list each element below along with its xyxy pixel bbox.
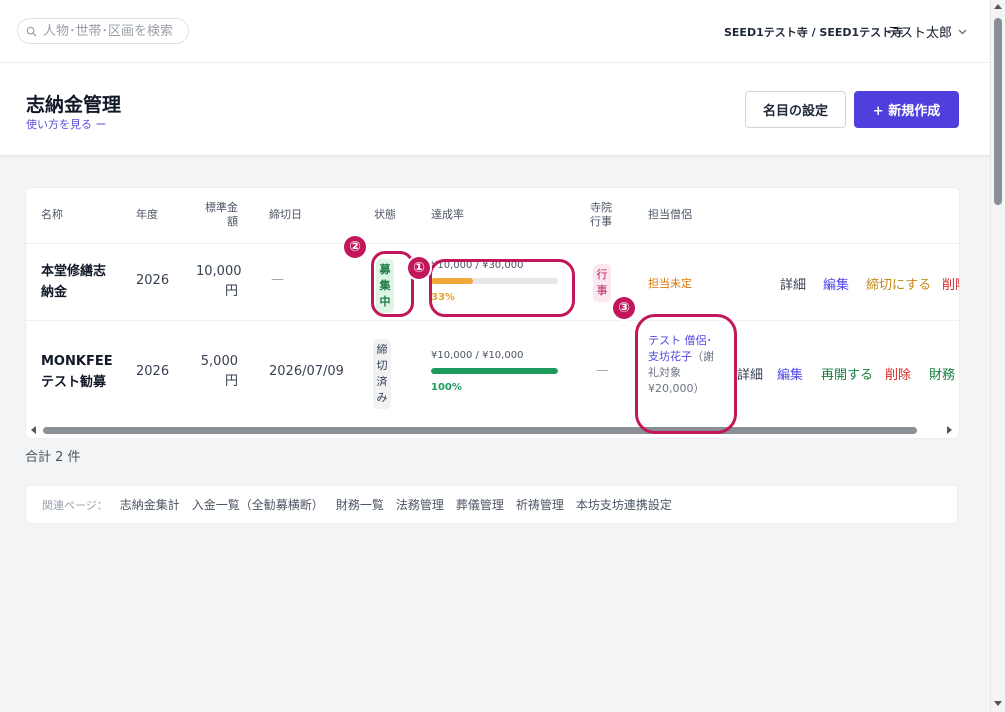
chevron-down-icon [958, 29, 967, 34]
related-link-donation-summary[interactable]: 志納金集計 [120, 496, 180, 513]
scroll-left-icon[interactable] [31, 426, 36, 434]
annotation-marker-2: ② [344, 236, 366, 258]
column-header-event: 寺院行事 [590, 201, 612, 228]
column-header-year: 年度 [136, 208, 158, 221]
row2-progress-text: ¥10,000 / ¥10,000 [431, 350, 524, 361]
scrollbar-thumb[interactable] [43, 427, 917, 434]
row-divider [26, 320, 959, 321]
search-box[interactable] [17, 18, 189, 44]
row2-name: MONKFEEテスト勧募 [41, 354, 113, 390]
row2-progress-pct: 100% [431, 382, 462, 393]
related-pages: 関連ページ： 志納金集計 入金一覧（全勧募横断） 財務一覧 法務管理 葬儀管理 … [25, 485, 958, 524]
related-link-prayer[interactable]: 祈祷管理 [516, 496, 564, 513]
search-icon [26, 26, 37, 37]
related-label: 関連ページ： [42, 498, 108, 512]
scroll-up-icon[interactable] [994, 4, 1002, 9]
row2-amount: 5,000円 [200, 354, 238, 389]
row1-detail-link[interactable]: 詳細 [780, 274, 806, 293]
horizontal-scrollbar[interactable] [26, 424, 959, 436]
row2-progress-fill [431, 368, 558, 374]
annotation-marker-3: ③ [613, 297, 635, 319]
row2-detail-link[interactable]: 詳細 [737, 364, 763, 383]
row2-status-badge: 締切済み [373, 339, 391, 409]
row2-finance-link[interactable]: 財務 - [929, 364, 959, 383]
column-header-monk: 担当僧侶 [648, 208, 692, 221]
header-divider [26, 243, 959, 244]
annotation-ring-monk [635, 314, 737, 434]
tenant-name: SEED1テスト寺 / SEED1テスト寺 [724, 26, 904, 39]
related-link-branch-settings[interactable]: 本坊支坊連携設定 [576, 496, 672, 513]
create-new-button[interactable]: + 新規作成 [854, 91, 959, 128]
row1-close-link[interactable]: 締切にする [866, 274, 931, 293]
row2-delete-link[interactable]: 削除 [885, 364, 911, 383]
row2-event: — [596, 363, 609, 378]
row1-year: 2026 [136, 273, 170, 288]
row1-name: 本堂修繕志納金 [41, 264, 107, 300]
column-header-deadline: 締切日 [269, 208, 302, 221]
related-link-memorial[interactable]: 法務管理 [396, 496, 444, 513]
row1-event-badge: 行事 [593, 264, 611, 302]
annotation-ring-progress [429, 259, 575, 317]
vertical-scrollbar[interactable] [990, 0, 1005, 712]
row1-monk: 担当未定 [648, 277, 692, 290]
search-input[interactable] [43, 23, 183, 39]
how-to-link[interactable]: 使い方を見る ー [26, 116, 107, 132]
column-header-name: 名称 [41, 208, 63, 221]
column-header-progress: 達成率 [431, 208, 464, 221]
row2-progress-bar [431, 368, 558, 374]
row2-deadline: 2026/07/09 [269, 364, 344, 379]
row1-amount: 10,000円 [196, 264, 242, 299]
total-count: 合計 2 件 [25, 450, 81, 465]
scroll-down-icon[interactable] [994, 701, 1002, 706]
user-menu[interactable]: テスト太郎 [887, 22, 967, 41]
row1-delete-link[interactable]: 削除 [942, 274, 959, 293]
annotation-ring-status [371, 251, 414, 317]
row2-reopen-link[interactable]: 再開する [821, 364, 873, 383]
page-title: 志納金管理 [26, 94, 122, 116]
related-link-payments[interactable]: 入金一覧（全勧募横断） [192, 496, 324, 513]
top-bar: SEED1テスト寺 / SEED1テスト寺 テスト太郎 [0, 0, 990, 63]
row1-edit-link[interactable]: 編集 [823, 274, 849, 293]
user-name: テスト太郎 [887, 26, 953, 41]
scroll-right-icon[interactable] [947, 426, 952, 434]
column-header-amount: 標準金額 [205, 201, 238, 228]
related-link-finance[interactable]: 財務一覧 [336, 496, 384, 513]
row2-edit-link[interactable]: 編集 [777, 364, 803, 383]
row2-year: 2026 [136, 364, 170, 379]
vertical-scrollbar-thumb[interactable] [994, 18, 1002, 205]
related-link-funeral[interactable]: 葬儀管理 [456, 496, 504, 513]
page-header: 志納金管理 使い方を見る ー 名目の設定 + 新規作成 [0, 63, 990, 156]
annotation-marker-1: ① [408, 257, 430, 279]
column-header-status: 状態 [374, 208, 396, 221]
item-settings-button[interactable]: 名目の設定 [745, 91, 846, 128]
row1-deadline: — [271, 272, 284, 287]
